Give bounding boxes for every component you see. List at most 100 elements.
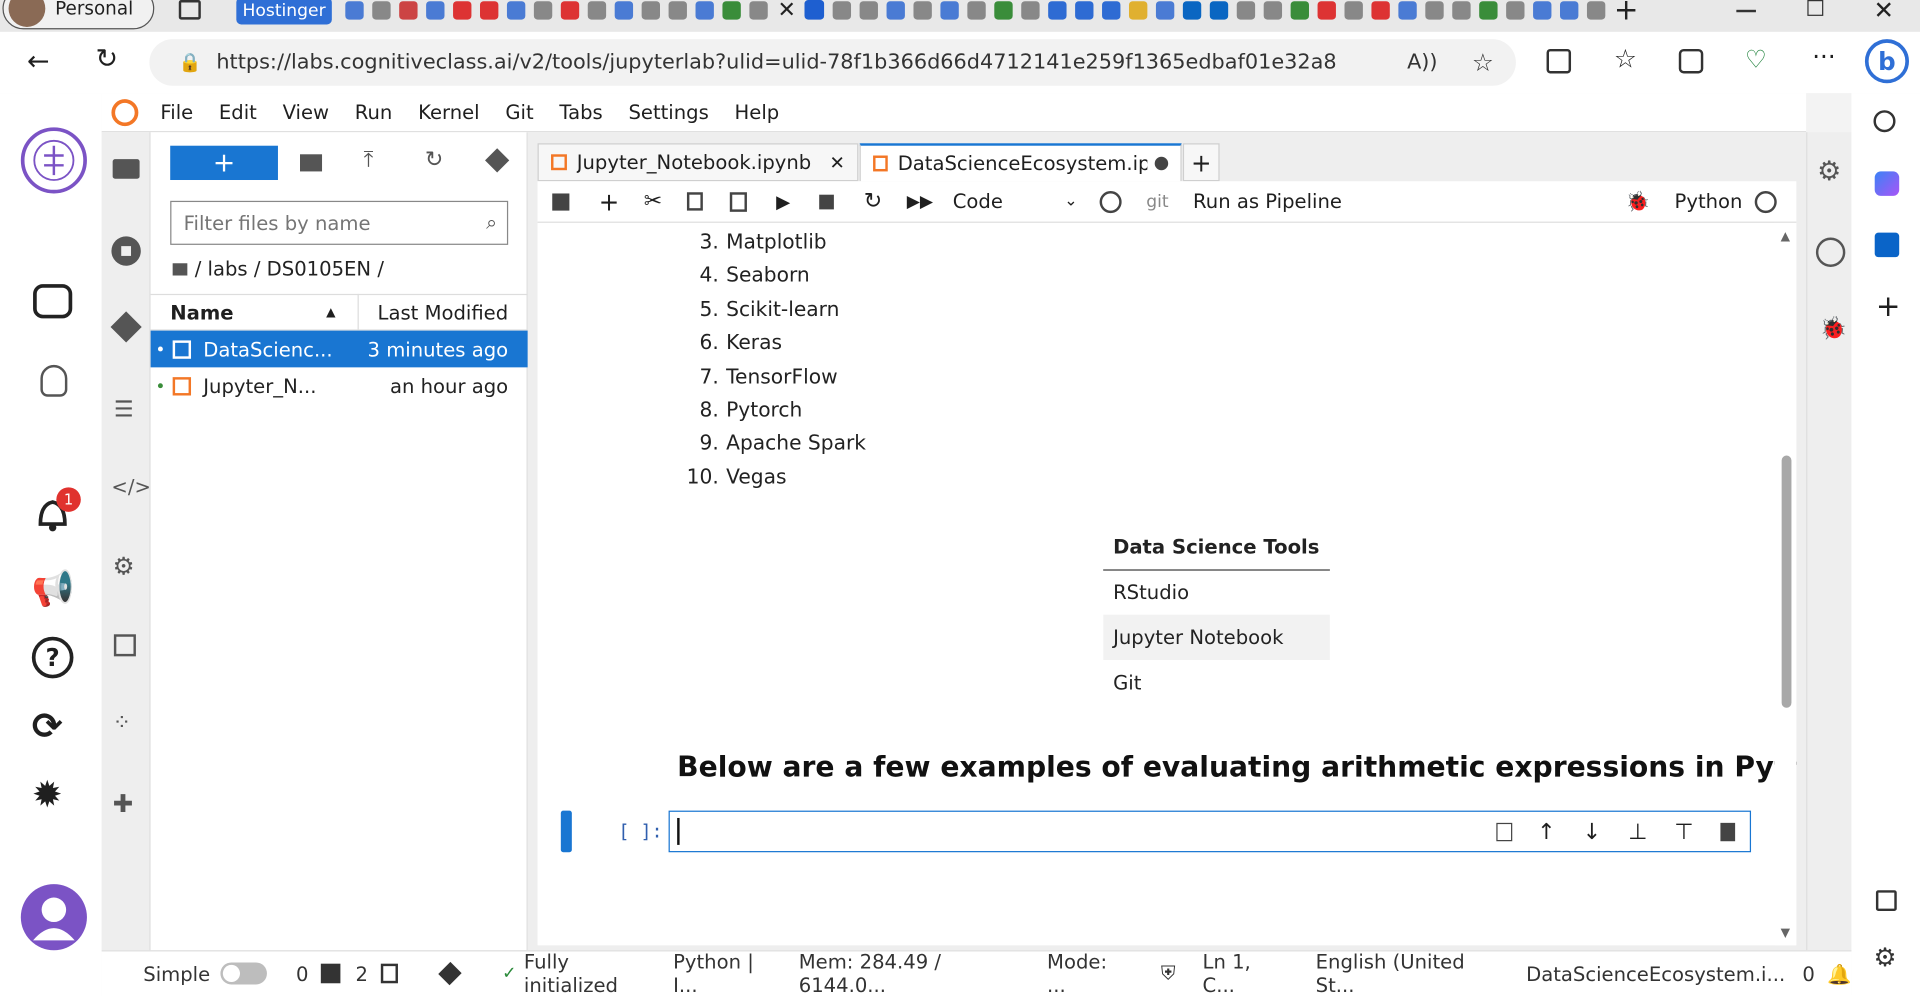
outlook-icon[interactable] (1874, 232, 1900, 258)
tab-favicon[interactable] (506, 1, 526, 20)
run-pipeline-button[interactable]: Run as Pipeline (1193, 190, 1342, 213)
move-up-icon[interactable]: ↑ (1537, 819, 1555, 845)
help-icon[interactable]: ? (31, 636, 74, 679)
favorite-star-icon[interactable]: ☆ (1472, 48, 1494, 77)
tab-favicon[interactable] (859, 1, 878, 20)
column-last-modified[interactable]: Last Modified (378, 301, 509, 324)
kernel-status[interactable]: Python | I... (673, 950, 774, 995)
extensions-icon[interactable]: ✚ (113, 789, 134, 818)
menu-kernel[interactable]: Kernel (418, 100, 480, 123)
megaphone-icon[interactable]: 📢 (32, 568, 75, 608)
trusted-icon[interactable]: ⛨ (1161, 961, 1176, 985)
tab-favicon[interactable] (722, 1, 741, 20)
tab-favicon[interactable] (1182, 1, 1202, 20)
editor-mode[interactable]: Mode: ... (1047, 950, 1124, 995)
menu-tabs[interactable]: Tabs (559, 100, 602, 123)
back-icon[interactable]: ← (27, 47, 50, 78)
bell-icon[interactable]: 🔔 (1827, 962, 1851, 985)
tab-favicon[interactable] (832, 1, 852, 20)
pipeline-editor-icon[interactable] (113, 634, 136, 657)
tab-hostinger[interactable]: Hostinger (236, 0, 332, 25)
scroll-down-icon[interactable]: ▼ (1774, 927, 1796, 940)
maximize-icon[interactable] (1807, 0, 1824, 16)
paste-icon[interactable] (729, 191, 747, 212)
tab-favicon[interactable] (1506, 1, 1525, 20)
kernel-count[interactable]: 2 (355, 962, 367, 985)
sidebar-settings-icon[interactable]: ⚙ (1873, 943, 1896, 972)
add-tab-icon[interactable]: + (1182, 143, 1220, 182)
debugger-panel-icon[interactable]: 🐞 (1820, 316, 1847, 342)
new-folder-icon[interactable] (300, 154, 323, 172)
insert-cell-icon[interactable]: + (599, 187, 620, 216)
close-window-icon[interactable]: ✕ (1873, 0, 1894, 24)
code-icon[interactable]: </> (111, 475, 150, 498)
run-icon[interactable]: ▶ (776, 190, 790, 212)
menu-settings[interactable]: Settings (628, 100, 708, 123)
run-all-icon[interactable]: ▶▶ (907, 192, 933, 212)
tab-favicon[interactable] (1021, 1, 1040, 20)
tab-favicon[interactable] (372, 1, 391, 20)
tab-favicon[interactable] (1048, 1, 1067, 20)
tab-favicon[interactable] (940, 1, 959, 20)
cell-type-dropdown[interactable]: Code ⌄ (953, 190, 1078, 213)
favorites-icon[interactable]: ☆ (1614, 44, 1637, 73)
tab-favicon[interactable] (1344, 1, 1363, 20)
resource-usage-icon[interactable] (1815, 237, 1846, 267)
unsaved-dot-icon[interactable] (1154, 156, 1169, 171)
tab-favicon[interactable] (749, 1, 768, 20)
tab-favicon[interactable] (1452, 1, 1471, 20)
save-icon[interactable] (552, 192, 570, 211)
tab-favicon[interactable] (1560, 1, 1579, 20)
tab-favicon[interactable] (886, 1, 905, 20)
terminal-count[interactable]: 0 (296, 962, 308, 985)
tab-favicon[interactable] (480, 1, 499, 20)
profile-button[interactable]: Personal (2, 0, 155, 30)
tab-favicon[interactable] (1128, 1, 1148, 20)
copilot-sidebar-icon[interactable] (1874, 171, 1900, 196)
language-selector[interactable]: English (United St... (1316, 950, 1492, 995)
tab-favicon[interactable] (1102, 1, 1121, 20)
menu-run[interactable]: Run (355, 100, 393, 123)
minimize-icon[interactable] (1736, 9, 1756, 13)
stop-icon[interactable] (819, 194, 835, 209)
filter-files-input[interactable] (171, 211, 487, 235)
move-down-icon[interactable]: ↓ (1583, 819, 1601, 845)
lightbulb-icon[interactable] (40, 364, 68, 397)
tab-favicon[interactable] (1290, 1, 1309, 20)
menu-help[interactable]: Help (735, 100, 780, 123)
menu-edit[interactable]: Edit (219, 100, 257, 123)
file-row[interactable]: Jupyter_N... an hour ago (151, 367, 528, 404)
split-screen-icon[interactable] (1546, 48, 1572, 74)
tab-favicon[interactable] (994, 1, 1013, 20)
tab-favicon[interactable] (399, 1, 418, 20)
tab-favicon[interactable] (641, 1, 661, 20)
property-inspector-icon[interactable]: ⚙ (113, 551, 135, 580)
cut-icon[interactable]: ✂ (644, 189, 662, 215)
breadcrumb-path[interactable]: / labs / DS0105EN / (195, 257, 384, 280)
tab-favicon[interactable] (1236, 1, 1256, 20)
breadcrumb-folder-icon[interactable] (172, 262, 188, 275)
tab-favicon[interactable] (1155, 1, 1175, 20)
tab-favicon[interactable] (1533, 1, 1552, 20)
tab-favicon[interactable] (1586, 1, 1606, 20)
tab-favicon[interactable] (695, 1, 714, 20)
git-label[interactable]: git (1146, 192, 1168, 212)
lsp-status-icon[interactable]: ✓ (502, 964, 516, 984)
scroll-up-icon[interactable]: ▲ (1774, 230, 1796, 243)
insert-below-icon[interactable]: ⊤ (1674, 819, 1693, 845)
tab-actions-icon[interactable] (178, 0, 201, 20)
kernel-name[interactable]: Python (1675, 190, 1743, 213)
filter-files-field[interactable]: ⌕ (170, 200, 509, 245)
copy-icon[interactable] (686, 192, 703, 211)
notebook-tab[interactable]: DataScienceEcosystem.ipyn (859, 143, 1182, 182)
tab-favicon[interactable] (533, 1, 553, 20)
restart-icon[interactable]: ↻ (864, 189, 882, 215)
debugger-icon[interactable]: 🐞 (1626, 190, 1650, 213)
git-clone-icon[interactable] (485, 148, 510, 173)
running-terminals-icon[interactable] (111, 236, 141, 266)
active-tab-favicon[interactable] (804, 0, 825, 20)
settings-cog-icon[interactable]: ⚙ (1817, 157, 1841, 188)
search-sidebar-icon[interactable] (1873, 110, 1896, 133)
refresh-files-icon[interactable]: ↻ (425, 147, 443, 173)
upload-icon[interactable]: ⤒ (364, 147, 374, 173)
